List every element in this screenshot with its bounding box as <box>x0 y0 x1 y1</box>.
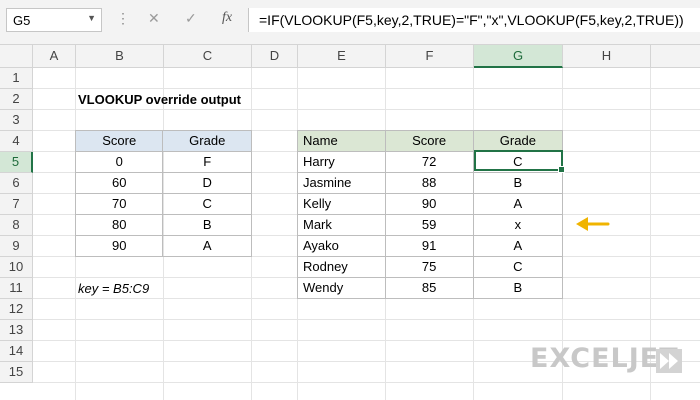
key-grade-cell[interactable]: D <box>162 172 252 194</box>
column-header-h[interactable]: H <box>563 45 651 68</box>
key-note[interactable]: key = B5:C9 <box>78 278 149 299</box>
score-cell[interactable]: 90 <box>384 193 474 215</box>
table-row: 60 D <box>74 172 252 194</box>
column-header-b[interactable]: B <box>76 45 164 68</box>
key-grade-cell[interactable]: C <box>162 193 252 215</box>
exceljet-logo-mark-icon <box>656 349 682 373</box>
row-header-11[interactable]: 11 <box>0 278 33 299</box>
score-cell[interactable]: 88 <box>384 172 474 194</box>
row-header-3[interactable]: 3 <box>0 110 33 131</box>
name-cell[interactable]: Mark <box>297 214 386 236</box>
grade-cell[interactable]: B <box>472 172 564 194</box>
table-row: 70 C <box>74 193 252 215</box>
sheet-title[interactable]: VLOOKUP override output <box>78 89 241 110</box>
key-score-cell[interactable]: 90 <box>74 235 164 257</box>
key-grade-cell[interactable]: B <box>162 214 252 236</box>
grade-cell[interactable]: x <box>472 214 564 236</box>
header-name[interactable]: Name <box>297 130 386 152</box>
row-header-13[interactable]: 13 <box>0 320 33 341</box>
grade-cell[interactable]: A <box>472 193 564 215</box>
grade-cell[interactable]: C <box>472 256 564 278</box>
row-header-9[interactable]: 9 <box>0 236 33 257</box>
row-header-8[interactable]: 8 <box>0 215 33 236</box>
key-grade-cell[interactable]: F <box>162 151 252 173</box>
name-cell[interactable]: Wendy <box>297 277 386 299</box>
name-cell[interactable]: Harry <box>297 151 386 173</box>
key-score-cell[interactable]: 80 <box>74 214 164 236</box>
row-header-5[interactable]: 5 <box>0 152 33 173</box>
table-row: Kelly 90 A <box>297 193 564 215</box>
row-header-14[interactable]: 14 <box>0 341 33 362</box>
column-header-g[interactable]: G <box>474 45 563 68</box>
row-header-15[interactable]: 15 <box>0 362 33 383</box>
row-header-12[interactable]: 12 <box>0 299 33 320</box>
fill-handle[interactable] <box>558 166 565 173</box>
table-row: Jasmine 88 B <box>297 172 564 194</box>
table-row: 90 A <box>74 235 252 257</box>
table-row: Rodney 75 C <box>297 256 564 278</box>
key-score-cell[interactable]: 70 <box>74 193 164 215</box>
name-box-value: G5 <box>13 13 31 28</box>
select-all-corner[interactable] <box>0 45 33 68</box>
more-options-icon: ⋮ <box>116 10 130 26</box>
column-header-e[interactable]: E <box>298 45 386 68</box>
chevron-down-icon[interactable]: ▼ <box>87 13 96 23</box>
key-grade-cell[interactable]: A <box>162 235 252 257</box>
key-header-grade[interactable]: Grade <box>162 130 252 152</box>
arrow-left-icon <box>576 217 610 231</box>
name-box[interactable]: G5 ▼ <box>6 8 102 32</box>
table-row: 0 F <box>74 151 252 173</box>
score-cell[interactable]: 59 <box>384 214 474 236</box>
score-cell[interactable]: 91 <box>384 235 474 257</box>
key-score-cell[interactable]: 60 <box>74 172 164 194</box>
grade-cell[interactable]: A <box>472 235 564 257</box>
row-header-7[interactable]: 7 <box>0 194 33 215</box>
cancel-icon[interactable]: ✕ <box>148 10 160 27</box>
formula-bar: G5 ▼ ⋮ ✕ ✓ fx =IF(VLOOKUP(F5,key,2,TRUE)… <box>0 0 700 45</box>
table-row: Mark 59 x <box>297 214 564 236</box>
insert-function-icon[interactable]: fx <box>222 10 232 26</box>
key-score-cell[interactable]: 0 <box>74 151 164 173</box>
name-cell[interactable]: Rodney <box>297 256 386 278</box>
column-header-c[interactable]: C <box>164 45 252 68</box>
row-header-4[interactable]: 4 <box>0 131 33 152</box>
header-grade[interactable]: Grade <box>472 130 564 152</box>
name-cell[interactable]: Jasmine <box>297 172 386 194</box>
key-table: Score Grade 0 F 60 D 70 C 80 B 90 A <box>74 130 252 257</box>
column-header-blank <box>651 45 700 68</box>
row-header-1[interactable]: 1 <box>0 68 33 89</box>
name-cell[interactable]: Ayako <box>297 235 386 257</box>
header-score[interactable]: Score <box>384 130 474 152</box>
score-cell[interactable]: 75 <box>384 256 474 278</box>
row-header-6[interactable]: 6 <box>0 173 33 194</box>
row-header-2[interactable]: 2 <box>0 89 33 110</box>
key-header-score[interactable]: Score <box>74 130 164 152</box>
name-cell[interactable]: Kelly <box>297 193 386 215</box>
formula-text: =IF(VLOOKUP(F5,key,2,TRUE)="F","x",VLOOK… <box>259 12 684 28</box>
column-header-f[interactable]: F <box>386 45 474 68</box>
score-cell[interactable]: 85 <box>384 277 474 299</box>
active-cell-selection[interactable] <box>474 150 565 173</box>
table-row: Wendy 85 B <box>297 277 564 299</box>
table-row: 80 B <box>74 214 252 236</box>
table-row: Ayako 91 A <box>297 235 564 257</box>
grade-cell[interactable]: B <box>472 277 564 299</box>
row-header-10[interactable]: 10 <box>0 257 33 278</box>
column-header-d[interactable]: D <box>252 45 298 68</box>
formula-input[interactable]: =IF(VLOOKUP(F5,key,2,TRUE)="F","x",VLOOK… <box>248 8 700 32</box>
enter-icon[interactable]: ✓ <box>185 10 197 27</box>
score-cell[interactable]: 72 <box>384 151 474 173</box>
column-header-a[interactable]: A <box>33 45 76 68</box>
